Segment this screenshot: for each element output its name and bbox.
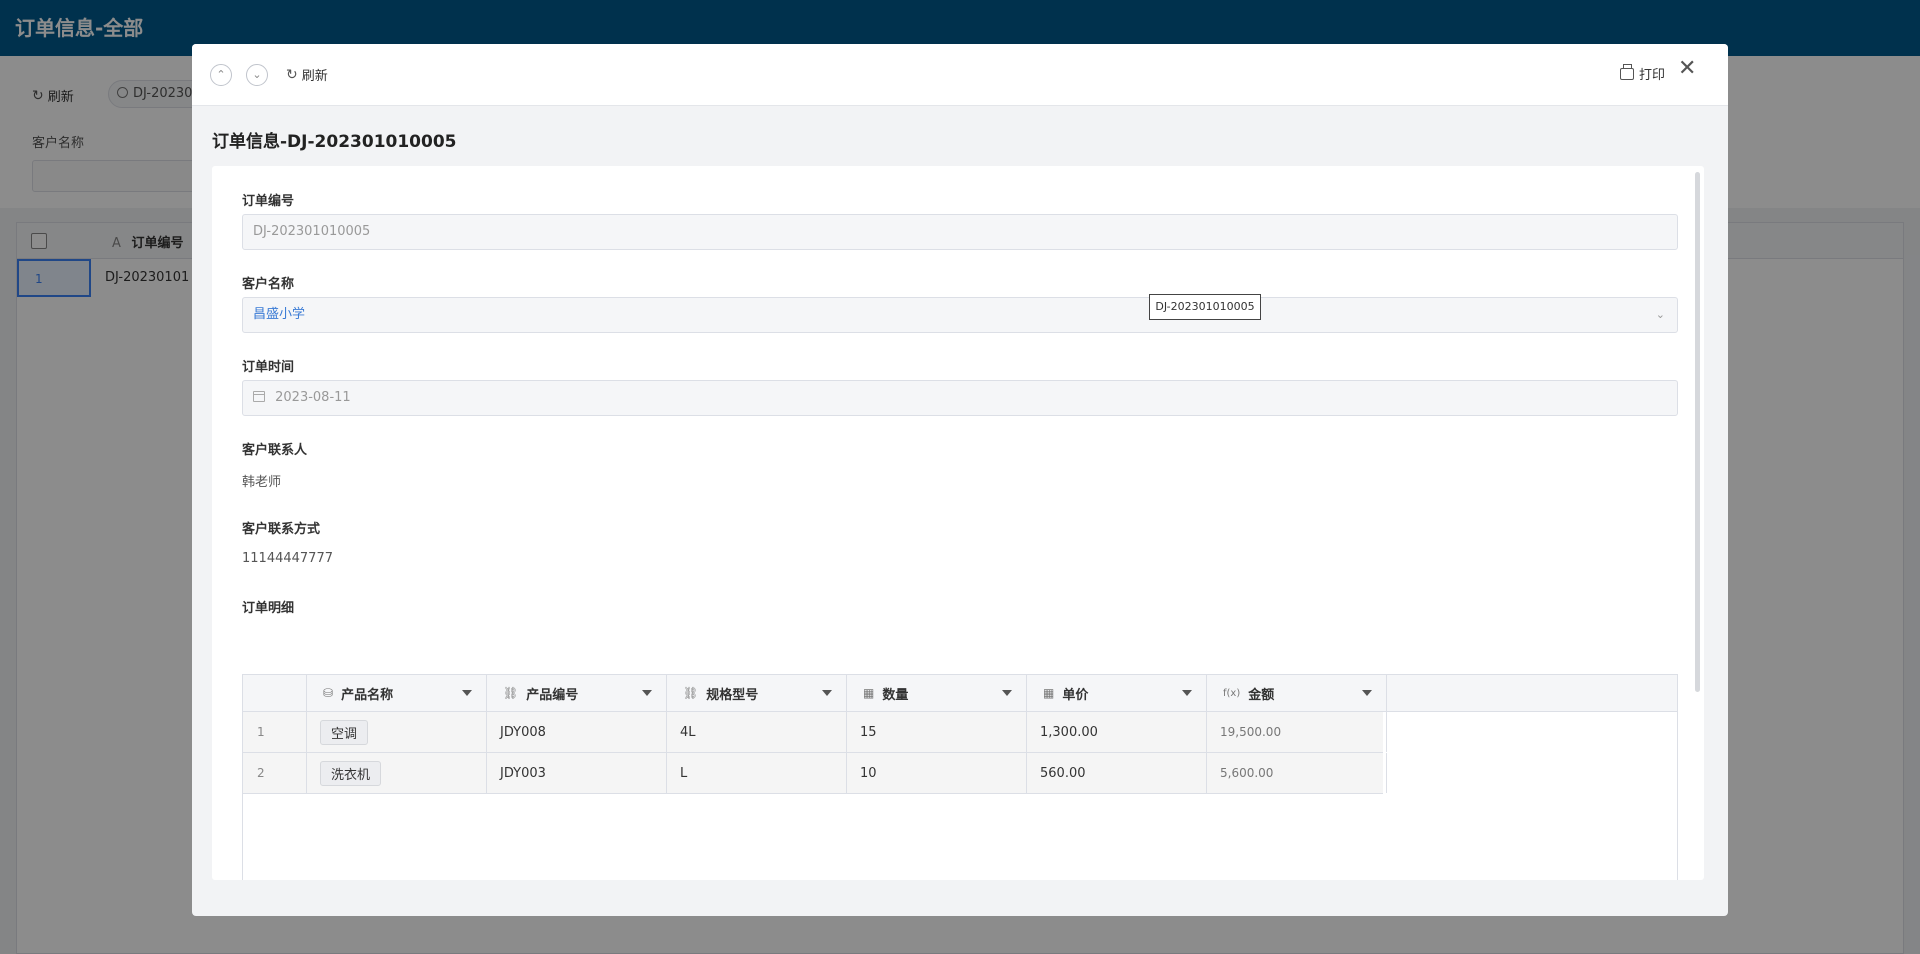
order-time-value: 2023-08-11 xyxy=(275,390,351,405)
database-icon: ⛁ xyxy=(323,686,334,700)
header-quantity[interactable]: ▦ 数量 xyxy=(847,675,1027,711)
sort-caret-icon[interactable] xyxy=(462,690,472,696)
cell-unit-price[interactable]: 1,300.00 xyxy=(1027,712,1207,752)
link-icon: ⛓ xyxy=(503,686,519,700)
label-order-no: 订单编号 xyxy=(242,194,295,209)
number-icon: ▦ xyxy=(1043,686,1055,700)
cell-quantity[interactable]: 15 xyxy=(847,712,1027,752)
table-row[interactable]: 1 空调 JDY008 4L 15 1,300.00 19,500.00 xyxy=(243,712,1387,753)
dialog-title: 订单信息-DJ-202301010005 xyxy=(212,132,457,152)
header-unit-price[interactable]: ▦ 单价 xyxy=(1027,675,1207,711)
order-time-field[interactable]: 2023-08-11 xyxy=(242,380,1678,416)
close-icon: ✕ xyxy=(1678,56,1697,81)
cell-amount: 5,600.00 xyxy=(1207,753,1387,793)
sort-caret-icon[interactable] xyxy=(1002,690,1012,696)
cell-product-name[interactable]: 洗衣机 xyxy=(307,753,487,793)
label-customer: 客户名称 xyxy=(242,277,295,292)
cell-product-name[interactable]: 空调 xyxy=(307,712,487,752)
sort-caret-icon[interactable] xyxy=(1182,690,1192,696)
header-index xyxy=(243,675,307,711)
label-order-time: 订单时间 xyxy=(242,360,295,375)
chevron-down-icon: ⌄ xyxy=(252,68,262,81)
row-index: 2 xyxy=(243,753,307,793)
product-tag[interactable]: 洗衣机 xyxy=(320,760,382,786)
formula-icon: f(x) xyxy=(1223,687,1241,699)
cell-spec[interactable]: 4L xyxy=(667,712,847,752)
cell-spec[interactable]: L xyxy=(667,753,847,793)
refresh-icon: ↻ xyxy=(286,66,298,83)
previous-record-button[interactable]: ⌃ xyxy=(210,64,232,86)
label-order-details: 订单明细 xyxy=(242,601,295,616)
print-label: 打印 xyxy=(1639,68,1666,83)
dialog-refresh-button[interactable]: ↻ 刷新 xyxy=(286,65,328,85)
next-record-button[interactable]: ⌄ xyxy=(246,64,268,86)
printer-icon xyxy=(1620,63,1634,80)
phone-value: 11144447777 xyxy=(242,551,333,566)
number-icon: ▦ xyxy=(863,686,875,700)
cell-product-no[interactable]: JDY003 xyxy=(487,753,667,793)
product-tag[interactable]: 空调 xyxy=(320,719,369,745)
refresh-label: 刷新 xyxy=(301,69,328,84)
link-icon: ⛓ xyxy=(683,686,699,700)
sort-caret-icon[interactable] xyxy=(642,690,652,696)
cell-amount: 19,500.00 xyxy=(1207,712,1387,752)
order-details-table: ⛁ 产品名称 ⛓ 产品编号 ⛓ 规格型号 ▦ 数量 ▦ 单价 f(x) 金额 1… xyxy=(242,674,1678,880)
vertical-scrollbar[interactable] xyxy=(1695,172,1700,692)
order-detail-dialog: ⌃ ⌄ ↻ 刷新 打印 ✕ 订单信息-DJ-202301010005 订单编号 … xyxy=(192,44,1728,916)
calendar-icon xyxy=(253,391,265,402)
label-contact: 客户联系人 xyxy=(242,443,308,458)
form-card: 订单编号 DJ-202301010005 客户名称 昌盛小学 ⌄ 订单时间 20… xyxy=(212,166,1704,880)
dialog-toolbar: ⌃ ⌄ ↻ 刷新 打印 ✕ xyxy=(192,44,1728,106)
table-row[interactable]: 2 洗衣机 JDY003 L 10 560.00 5,600.00 xyxy=(243,753,1387,794)
chevron-up-icon: ⌃ xyxy=(216,68,226,81)
cell-unit-price[interactable]: 560.00 xyxy=(1027,753,1207,793)
sort-caret-icon[interactable] xyxy=(822,690,832,696)
header-amount[interactable]: f(x) 金额 xyxy=(1207,675,1387,711)
customer-value: 昌盛小学 xyxy=(253,307,306,322)
chevron-down-icon: ⌄ xyxy=(1655,308,1665,321)
sort-caret-icon[interactable] xyxy=(1362,690,1372,696)
tooltip: DJ-202301010005 xyxy=(1149,294,1261,320)
cell-product-no[interactable]: JDY008 xyxy=(487,712,667,752)
print-button[interactable]: 打印 xyxy=(1620,63,1666,83)
row-index: 1 xyxy=(243,712,307,752)
cell-quantity[interactable]: 10 xyxy=(847,753,1027,793)
header-product-name[interactable]: ⛁ 产品名称 xyxy=(307,675,487,711)
contact-value: 韩老师 xyxy=(242,475,282,490)
header-spec[interactable]: ⛓ 规格型号 xyxy=(667,675,847,711)
table-header: ⛁ 产品名称 ⛓ 产品编号 ⛓ 规格型号 ▦ 数量 ▦ 单价 f(x) 金额 xyxy=(243,675,1677,712)
close-button[interactable]: ✕ xyxy=(1678,58,1696,80)
order-no-field[interactable]: DJ-202301010005 xyxy=(242,214,1678,250)
label-phone: 客户联系方式 xyxy=(242,522,321,537)
customer-select[interactable]: 昌盛小学 ⌄ xyxy=(242,297,1678,333)
header-product-no[interactable]: ⛓ 产品编号 xyxy=(487,675,667,711)
